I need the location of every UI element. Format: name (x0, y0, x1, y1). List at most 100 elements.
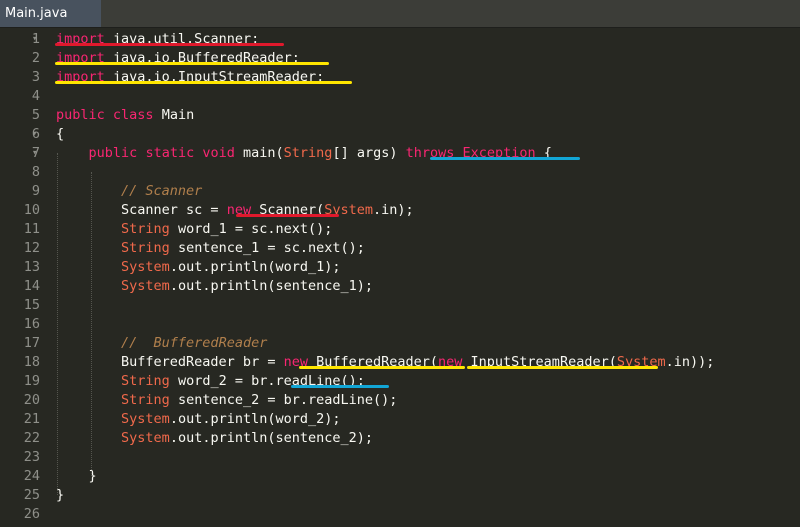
code-line[interactable]: 1 ▾ import java.util.Scanner; (0, 30, 800, 49)
code-token: void (202, 145, 235, 161)
tab-main-java[interactable]: Main.java (0, 0, 101, 27)
line-number: 16 (23, 316, 40, 332)
code-line[interactable]: 3 import java.io.InputStreamReader; (0, 68, 800, 87)
red-underline (55, 43, 284, 46)
code-token: String (283, 145, 333, 161)
code-line[interactable]: 5 public class Main (0, 106, 800, 125)
code-token: .out.println(sentence_1); (169, 278, 374, 294)
code-token: // BufferedReader (121, 335, 268, 351)
code-text: Scanner sc = new Scanner(System.in); (56, 201, 414, 220)
code-token: { (56, 126, 65, 142)
code-text: String word_2 = br.readLine(); (56, 372, 365, 391)
code-line[interactable]: 8 (0, 163, 800, 182)
code-line[interactable]: 7 ▾ public static void main(String[] args… (0, 144, 800, 163)
code-line[interactable]: 19 String word_2 = br.readLine(); (0, 372, 800, 391)
code-line[interactable]: 13 System.out.println(word_1); (0, 258, 800, 277)
code-text: String sentence_1 = sc.next(); (56, 239, 365, 258)
line-number: 20 (23, 392, 40, 408)
code-text: import java.util.Scanner; (56, 30, 259, 49)
line-number: 22 (23, 430, 40, 446)
line-number: 11 (23, 221, 40, 237)
line-number: 9 (31, 183, 40, 199)
fold-arrow-icon[interactable]: ▾ (32, 30, 44, 49)
code-token: System (121, 259, 170, 275)
blue-underline (291, 385, 389, 388)
fold-arrow-icon[interactable]: ▾ (32, 144, 44, 163)
code-token: .out.println(sentence_2); (169, 430, 374, 446)
code-text: // Scanner (56, 182, 202, 201)
code-token: main( (234, 145, 284, 161)
code-text: System.out.println(word_2); (56, 410, 341, 429)
line-number: 8 (31, 164, 40, 180)
code-line[interactable]: 9 // Scanner (0, 182, 800, 201)
blue-underline (430, 157, 580, 160)
fold-arrow-icon[interactable]: ▾ (32, 125, 44, 144)
line-number: 2 (31, 50, 40, 66)
code-token: .out.println(word_1); (169, 259, 341, 275)
code-token: System (121, 278, 170, 294)
code-text: import java.io.InputStreamReader; (56, 68, 324, 87)
code-line[interactable]: 2 import java.io.BufferedReader; (0, 49, 800, 68)
code-line[interactable]: 25} (0, 486, 800, 505)
code-line[interactable]: 15 (0, 296, 800, 315)
line-number: 24 (23, 468, 40, 484)
code-text: BufferedReader br = new BufferedReader(n… (56, 353, 714, 372)
code-line[interactable]: 14 System.out.println(sentence_1); (0, 277, 800, 296)
code-token: System (121, 411, 170, 427)
line-number: 19 (23, 373, 40, 389)
yellow-underline (55, 81, 352, 84)
code-line[interactable]: 22 System.out.println(sentence_2); (0, 429, 800, 448)
line-number: 21 (23, 411, 40, 427)
code-token: [] args) (332, 145, 406, 161)
code-token: public (88, 145, 138, 161)
code-token: word_1 = sc.next(); (169, 221, 333, 237)
line-number: 17 (23, 335, 40, 351)
code-text: String word_1 = sc.next(); (56, 220, 332, 239)
code-line[interactable]: 11 String word_1 = sc.next(); (0, 220, 800, 239)
code-token: public (56, 107, 105, 123)
red-underline (236, 214, 339, 217)
code-line[interactable]: 21 System.out.println(word_2); (0, 410, 800, 429)
code-token: String (121, 221, 170, 237)
code-line[interactable]: 24 } (0, 467, 800, 486)
code-token: sentence_1 = sc.next(); (169, 240, 365, 256)
line-number: 18 (23, 354, 40, 370)
code-line[interactable]: 4 (0, 87, 800, 106)
line-number: 13 (23, 259, 40, 275)
code-token: .out.println(word_2); (169, 411, 341, 427)
code-token: String (121, 373, 170, 389)
code-line[interactable]: 10 Scanner sc = new Scanner(System.in); (0, 201, 800, 220)
code-token: sentence_2 = br.readLine(); (169, 392, 398, 408)
code-text: System.out.println(word_1); (56, 258, 341, 277)
code-text: String sentence_2 = br.readLine(); (56, 391, 397, 410)
code-line[interactable]: 6 ▾{ (0, 125, 800, 144)
code-line[interactable]: 26 (0, 505, 800, 524)
line-number: 15 (23, 297, 40, 313)
tab-bar: Main.java (0, 0, 800, 28)
code-line[interactable]: 12 String sentence_1 = sc.next(); (0, 239, 800, 258)
line-number: 4 (31, 88, 40, 104)
code-line[interactable]: 18 BufferedReader br = new BufferedReade… (0, 353, 800, 372)
code-line[interactable]: 16 (0, 315, 800, 334)
code-token: .in); (373, 202, 414, 218)
code-line[interactable]: 20 String sentence_2 = br.readLine(); (0, 391, 800, 410)
code-text: import java.io.BufferedReader; (56, 49, 300, 68)
code-text: // BufferedReader (56, 334, 267, 353)
code-token: Scanner sc = (56, 202, 227, 218)
indent-guide (57, 153, 58, 495)
line-number: 26 (23, 506, 40, 522)
code-text: { (56, 125, 64, 144)
code-token: class (112, 107, 154, 123)
code-line[interactable]: 17 // BufferedReader (0, 334, 800, 353)
code-token: static (145, 145, 195, 161)
code-line[interactable]: 23 (0, 448, 800, 467)
code-editor[interactable]: 26 25} 24 } 23 22 System.out.println(sentenc… (0, 28, 800, 527)
